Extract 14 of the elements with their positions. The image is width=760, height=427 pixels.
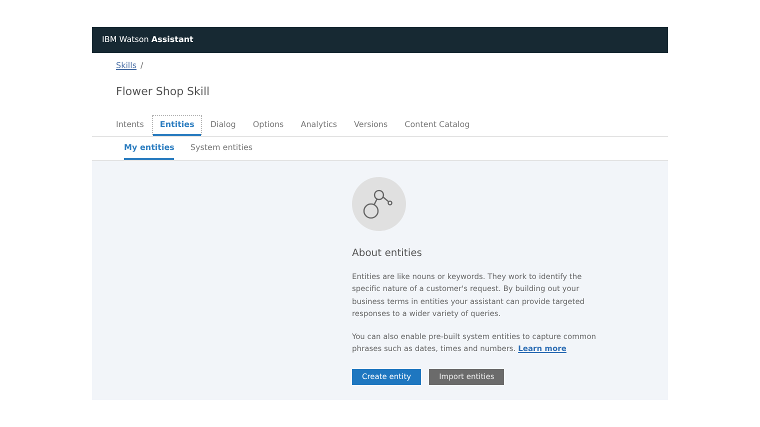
- sub-tab[interactable]: System entities: [190, 136, 253, 160]
- nav-tab[interactable]: Entities: [152, 116, 202, 136]
- brand-name: IBM Watson Assistant: [102, 34, 194, 46]
- entity-icon: [352, 176, 406, 230]
- nav-tab[interactable]: Options: [244, 116, 292, 136]
- section-heading: About entities: [352, 246, 423, 260]
- page-title: Flower Shop Skill: [116, 84, 211, 100]
- nav-tab[interactable]: Versions: [346, 116, 396, 136]
- breadcrumb-link[interactable]: Skills: [116, 60, 137, 72]
- nav-tab[interactable]: Analytics: [292, 116, 346, 136]
- nav-tab[interactable]: Content Catalog: [396, 116, 478, 136]
- breadcrumb-separator: /: [140, 60, 144, 72]
- nav-tab[interactable]: Intents: [116, 116, 152, 136]
- nav-tab[interactable]: Dialog: [202, 116, 244, 136]
